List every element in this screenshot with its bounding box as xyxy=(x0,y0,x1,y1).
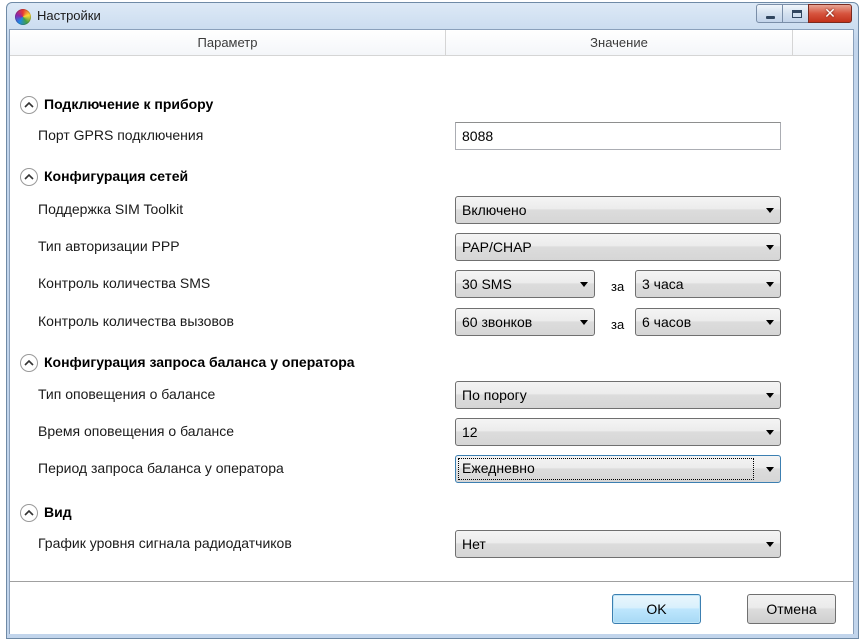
dropdown-arrow-icon xyxy=(766,320,774,325)
dropdown-arrow-icon xyxy=(766,208,774,213)
request-period-select[interactable]: Ежедневно xyxy=(455,455,781,483)
dropdown-arrow-icon xyxy=(766,542,774,547)
select-value: Включено xyxy=(462,202,527,218)
settings-window: Настройки ✕ Параметр Значение Подключени… xyxy=(6,2,859,639)
app-color-wheel-icon xyxy=(15,9,31,25)
select-value: 60 звонков xyxy=(462,314,533,330)
group-label: Подключение к прибору xyxy=(44,96,214,112)
ppp-auth-select[interactable]: PAP/CHAP xyxy=(455,233,781,261)
settings-grid: Параметр Значение Подключение к прибору … xyxy=(10,30,853,582)
caption-buttons: ✕ xyxy=(756,4,852,24)
ok-button[interactable]: OK xyxy=(612,594,701,624)
row-label: Контроль количества вызовов xyxy=(38,313,234,329)
collapse-chevron-up-icon[interactable] xyxy=(20,96,38,114)
grid-header: Параметр Значение xyxy=(10,30,853,56)
per-label: за xyxy=(611,279,625,294)
row-label: Время оповещения о балансе xyxy=(38,423,235,439)
gprs-port-input[interactable]: 8088 xyxy=(455,122,781,150)
call-count-select[interactable]: 60 звонков xyxy=(455,308,595,336)
dropdown-arrow-icon xyxy=(580,320,588,325)
sms-count-select[interactable]: 30 SMS xyxy=(455,270,595,298)
sim-toolkit-select[interactable]: Включено xyxy=(455,196,781,224)
select-value: 12 xyxy=(462,424,478,440)
select-value: По порогу xyxy=(462,387,527,403)
signal-chart-select[interactable]: Нет xyxy=(455,530,781,558)
column-header-value[interactable]: Значение xyxy=(446,30,793,56)
dialog-footer: OK Отмена xyxy=(10,582,853,634)
minimize-icon xyxy=(766,16,775,19)
call-period-select[interactable]: 6 часов xyxy=(635,308,781,336)
row-call-control: Контроль количества вызовов 60 звонков з… xyxy=(10,304,853,338)
select-value: 3 часа xyxy=(642,276,684,292)
notify-time-select[interactable]: 12 xyxy=(455,418,781,446)
dropdown-arrow-icon xyxy=(766,467,774,472)
per-label: за xyxy=(611,317,625,332)
row-notify-time: Время оповещения о балансе 12 xyxy=(10,414,853,448)
maximize-button[interactable] xyxy=(782,4,809,23)
group-label: Вид xyxy=(44,504,72,520)
row-label: Тип авторизации PPP xyxy=(38,238,180,254)
sms-period-select[interactable]: 3 часа xyxy=(635,270,781,298)
row-gprs-port: Порт GPRS подключения 8088 xyxy=(10,118,853,152)
collapse-chevron-up-icon[interactable] xyxy=(20,504,38,522)
close-button[interactable]: ✕ xyxy=(808,4,852,23)
cancel-button[interactable]: Отмена xyxy=(747,594,836,624)
row-label: График уровня сигнала радиодатчиков xyxy=(38,535,292,551)
minimize-button[interactable] xyxy=(756,4,783,23)
group-label: Конфигурация сетей xyxy=(44,168,189,184)
row-label: Тип оповещения о балансе xyxy=(38,386,216,402)
collapse-chevron-up-icon[interactable] xyxy=(20,354,38,372)
close-icon: ✕ xyxy=(824,5,836,21)
title-bar[interactable]: Настройки ✕ xyxy=(7,3,858,29)
group-label: Конфигурация запроса баланса у оператора xyxy=(44,354,355,370)
select-value: Нет xyxy=(462,536,486,552)
row-label: Контроль количества SMS xyxy=(38,275,211,291)
row-label: Поддержка SIM Toolkit xyxy=(38,201,184,217)
column-header-param[interactable]: Параметр xyxy=(10,30,446,56)
row-sim-toolkit: Поддержка SIM Toolkit Включено xyxy=(10,192,853,226)
select-value: 30 SMS xyxy=(462,276,512,292)
dropdown-arrow-icon xyxy=(580,282,588,287)
row-label: Период запроса баланса у оператора xyxy=(38,460,284,476)
row-signal-chart: График уровня сигнала радиодатчиков Нет xyxy=(10,526,853,560)
dropdown-arrow-icon xyxy=(766,282,774,287)
select-value: 6 часов xyxy=(642,314,692,330)
notify-type-select[interactable]: По порогу xyxy=(455,381,781,409)
row-notify-type: Тип оповещения о балансе По порогу xyxy=(10,377,853,411)
collapse-chevron-up-icon[interactable] xyxy=(20,168,38,186)
row-label: Порт GPRS подключения xyxy=(38,127,204,143)
dropdown-arrow-icon xyxy=(766,430,774,435)
dropdown-arrow-icon xyxy=(766,393,774,398)
dropdown-arrow-icon xyxy=(766,245,774,250)
row-request-period: Период запроса баланса у оператора Ежедн… xyxy=(10,451,853,485)
dialog-client-area: Параметр Значение Подключение к прибору … xyxy=(9,29,854,634)
select-value: Ежедневно xyxy=(458,458,754,480)
row-sms-control: Контроль количества SMS 30 SMS за 3 часа xyxy=(10,266,853,300)
maximize-icon xyxy=(792,10,802,18)
row-ppp-auth: Тип авторизации PPP PAP/CHAP xyxy=(10,229,853,263)
select-value: PAP/CHAP xyxy=(462,239,532,255)
window-title: Настройки xyxy=(37,8,101,23)
